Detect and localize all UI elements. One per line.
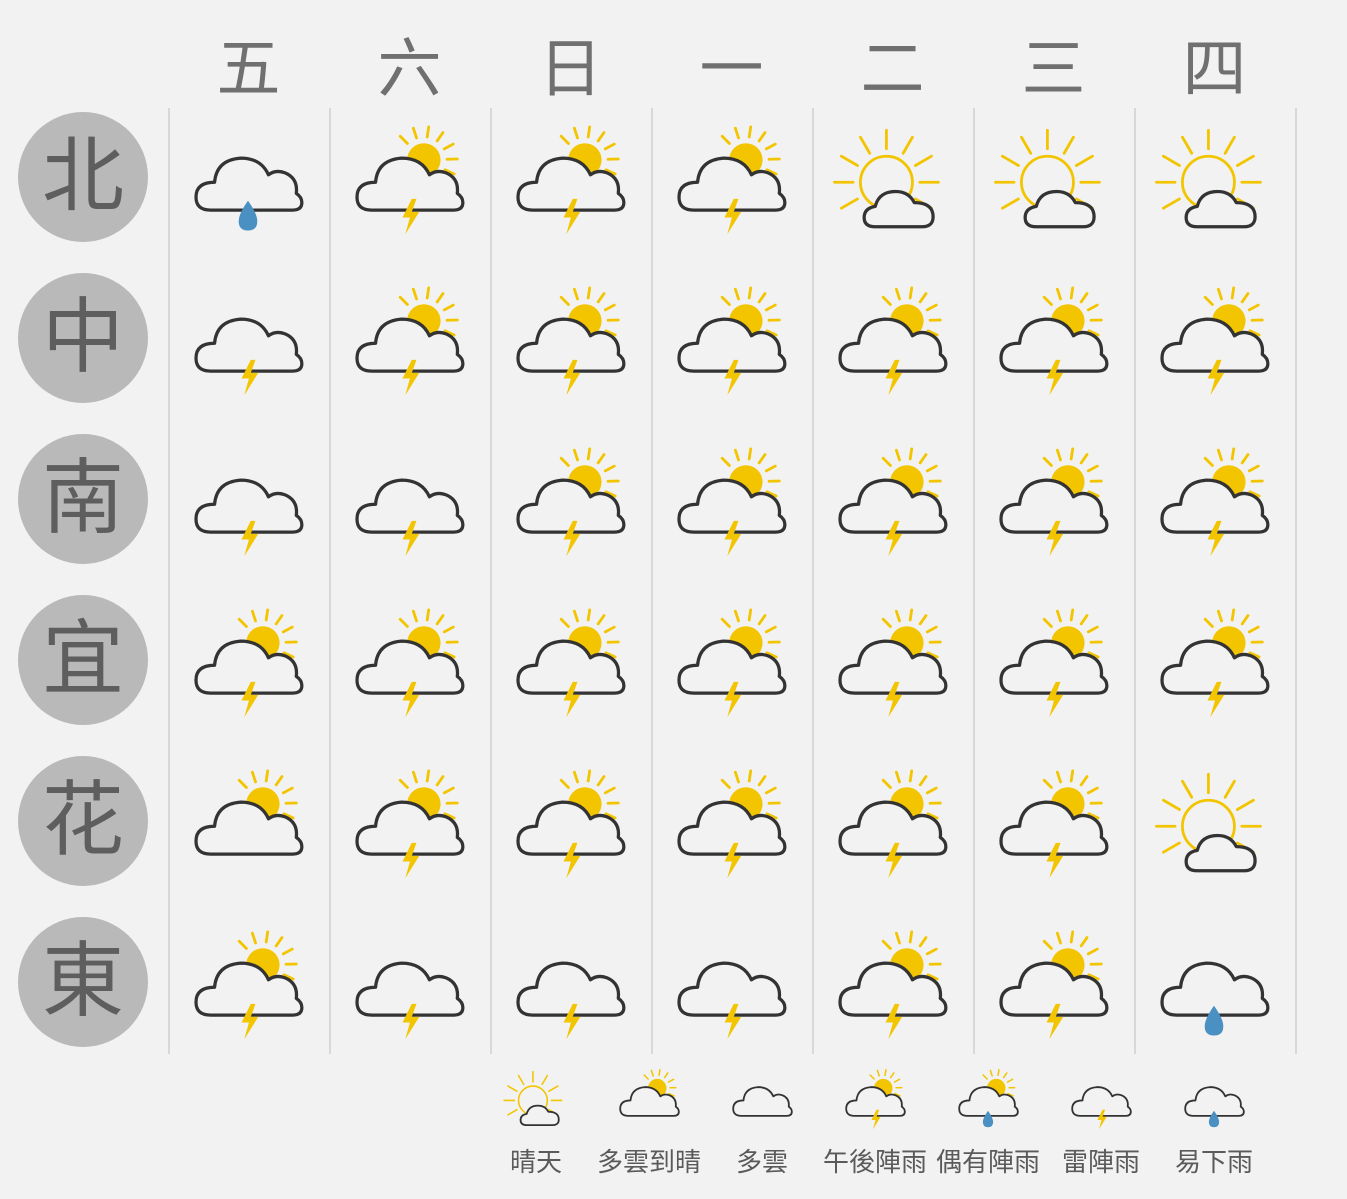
legend-item: 易下雨 <box>1144 1066 1284 1186</box>
sunny-icon <box>827 120 957 250</box>
afternoon-thunder-shower-icon <box>666 281 796 411</box>
afternoon-thunder-shower-icon <box>344 764 474 894</box>
day-header-4: 一 <box>699 33 764 107</box>
afternoon-thunder-shower-icon <box>505 120 635 250</box>
weekly-forecast-board: 五六日一二三四北中南宜花東晴天 多雲到晴 多雲 午後陣雨 偶有陣雨 雷陣雨 易下雨 <box>0 0 1347 1199</box>
afternoon-thunder-shower-icon <box>988 603 1118 733</box>
afternoon-thunder-shower-icon <box>183 925 313 1055</box>
rain-icon <box>1149 925 1279 1055</box>
thunderstorm-icon <box>344 442 474 572</box>
afternoon-thunder-shower-icon <box>505 442 635 572</box>
afternoon-thunder-shower-icon <box>344 281 474 411</box>
afternoon-thunder-shower-icon <box>183 603 313 733</box>
region-label: 中 <box>18 273 148 403</box>
thunderstorm-icon <box>183 281 313 411</box>
afternoon-thunder-shower-icon <box>827 603 957 733</box>
afternoon-thunder-shower-icon <box>505 603 635 733</box>
region-label: 南 <box>18 434 148 564</box>
column-divider <box>1134 108 1136 1054</box>
column-divider <box>651 108 653 1054</box>
column-divider <box>812 108 814 1054</box>
thunderstorm-icon <box>183 442 313 572</box>
afternoon-thunder-shower-icon <box>505 764 635 894</box>
region-label: 東 <box>18 917 148 1047</box>
column-divider <box>1295 108 1297 1054</box>
afternoon-thunder-shower-icon <box>988 764 1118 894</box>
afternoon-thunder-shower-icon <box>666 120 796 250</box>
column-divider <box>490 108 492 1054</box>
column-divider <box>168 108 170 1054</box>
afternoon-thunder-shower-icon <box>827 442 957 572</box>
column-divider <box>973 108 975 1054</box>
afternoon-thunder-shower-icon <box>344 120 474 250</box>
rain-icon <box>183 120 313 250</box>
thunderstorm-icon <box>505 925 635 1055</box>
afternoon-thunder-shower-icon <box>505 281 635 411</box>
day-header-1: 五 <box>216 33 281 107</box>
sunny-icon <box>988 120 1118 250</box>
afternoon-thunder-shower-icon <box>1149 442 1279 572</box>
day-header-5: 二 <box>860 33 925 107</box>
day-header-6: 三 <box>1021 33 1086 107</box>
column-divider <box>329 108 331 1054</box>
rain-icon <box>1144 1066 1284 1138</box>
afternoon-thunder-shower-icon <box>666 442 796 572</box>
afternoon-thunder-shower-icon <box>666 603 796 733</box>
day-header-7: 四 <box>1182 33 1247 107</box>
afternoon-thunder-shower-icon <box>988 925 1118 1055</box>
afternoon-thunder-shower-icon <box>988 281 1118 411</box>
sunny-icon <box>1149 120 1279 250</box>
partly-cloudy-icon <box>183 764 313 894</box>
afternoon-thunder-shower-icon <box>827 925 957 1055</box>
afternoon-thunder-shower-icon <box>666 764 796 894</box>
thunderstorm-icon <box>344 925 474 1055</box>
region-label: 花 <box>18 756 148 886</box>
afternoon-thunder-shower-icon <box>988 442 1118 572</box>
day-header-2: 六 <box>377 33 442 107</box>
legend-label: 易下雨 <box>1174 1148 1253 1178</box>
afternoon-thunder-shower-icon <box>827 764 957 894</box>
region-label: 宜 <box>18 595 148 725</box>
thunderstorm-icon <box>666 925 796 1055</box>
day-header-3: 日 <box>538 33 603 107</box>
afternoon-thunder-shower-icon <box>1149 281 1279 411</box>
sunny-icon <box>1149 764 1279 894</box>
region-label: 北 <box>18 112 148 242</box>
afternoon-thunder-shower-icon <box>344 603 474 733</box>
afternoon-thunder-shower-icon <box>827 281 957 411</box>
afternoon-thunder-shower-icon <box>1149 603 1279 733</box>
